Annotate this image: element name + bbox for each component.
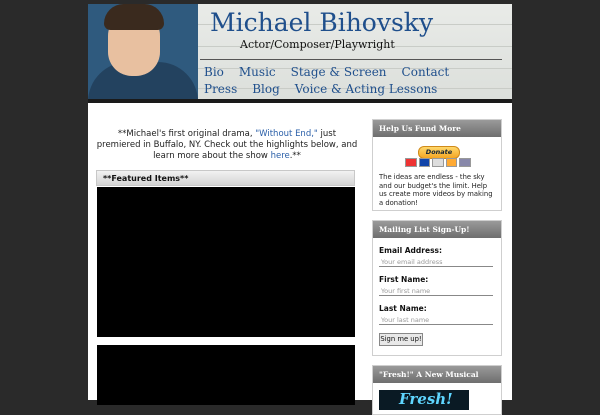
video-player[interactable] (97, 187, 355, 337)
nav-stage-screen[interactable]: Stage & Screen (291, 64, 387, 81)
fresh-poster[interactable]: Fresh! (379, 390, 469, 410)
nav-music[interactable]: Music (239, 64, 276, 81)
intro-part: **Michael's first original drama, (117, 129, 256, 139)
profile-photo (88, 4, 198, 99)
widget-heading: Mailing List Sign-Up! (373, 221, 501, 238)
site-tagline: Actor/Composer/Playwright (240, 38, 395, 51)
nav-bio[interactable]: Bio (204, 64, 224, 81)
email-label: Email Address: (379, 246, 443, 255)
mailing-widget: Mailing List Sign-Up! Email Address: Fir… (372, 220, 502, 356)
nav-blog[interactable]: Blog (252, 81, 280, 98)
first-name-label: First Name: (379, 275, 429, 284)
last-name-field[interactable] (379, 315, 493, 325)
first-name-field[interactable] (379, 286, 493, 296)
fund-widget: Help Us Fund More Projects! Donate The i… (372, 119, 502, 211)
here-link[interactable]: here (271, 151, 290, 161)
without-end-link[interactable]: "Without End," (255, 129, 318, 139)
site-title[interactable]: Michael Bihovsky (210, 8, 433, 37)
email-field[interactable] (379, 257, 493, 267)
payment-cards-icon (405, 158, 471, 167)
widget-heading: "Fresh!" A New Musical (373, 366, 501, 383)
nav-voice-acting[interactable]: Voice & Acting Lessons (295, 81, 438, 98)
featured-heading: **Featured Items** (96, 170, 355, 186)
intro-text: **Michael's first original drama, "Witho… (96, 129, 358, 162)
nav-press[interactable]: Press (204, 81, 237, 98)
content-area: **Michael's first original drama, "Witho… (88, 103, 512, 415)
sign-up-button[interactable]: Sign me up! (379, 333, 423, 346)
video-player[interactable] (97, 345, 355, 405)
header-divider (200, 59, 502, 60)
nav-contact[interactable]: Contact (402, 64, 450, 81)
fund-blurb: The ideas are endless - the sky and our … (379, 173, 493, 207)
main-nav: Bio Music Stage & Screen Contact Press Blog Vo… (204, 64, 504, 98)
fresh-widget: "Fresh!" A New Musical Fresh! (372, 365, 502, 415)
poster-title: Fresh! (399, 390, 453, 408)
header: Michael Bihovsky Actor/Composer/Playwrig… (88, 4, 512, 103)
widget-heading: Help Us Fund More Projects! (373, 120, 501, 150)
page-wrapper: Michael Bihovsky Actor/Composer/Playwrig… (88, 4, 512, 415)
intro-part: .** (289, 151, 301, 161)
last-name-label: Last Name: (379, 304, 427, 313)
